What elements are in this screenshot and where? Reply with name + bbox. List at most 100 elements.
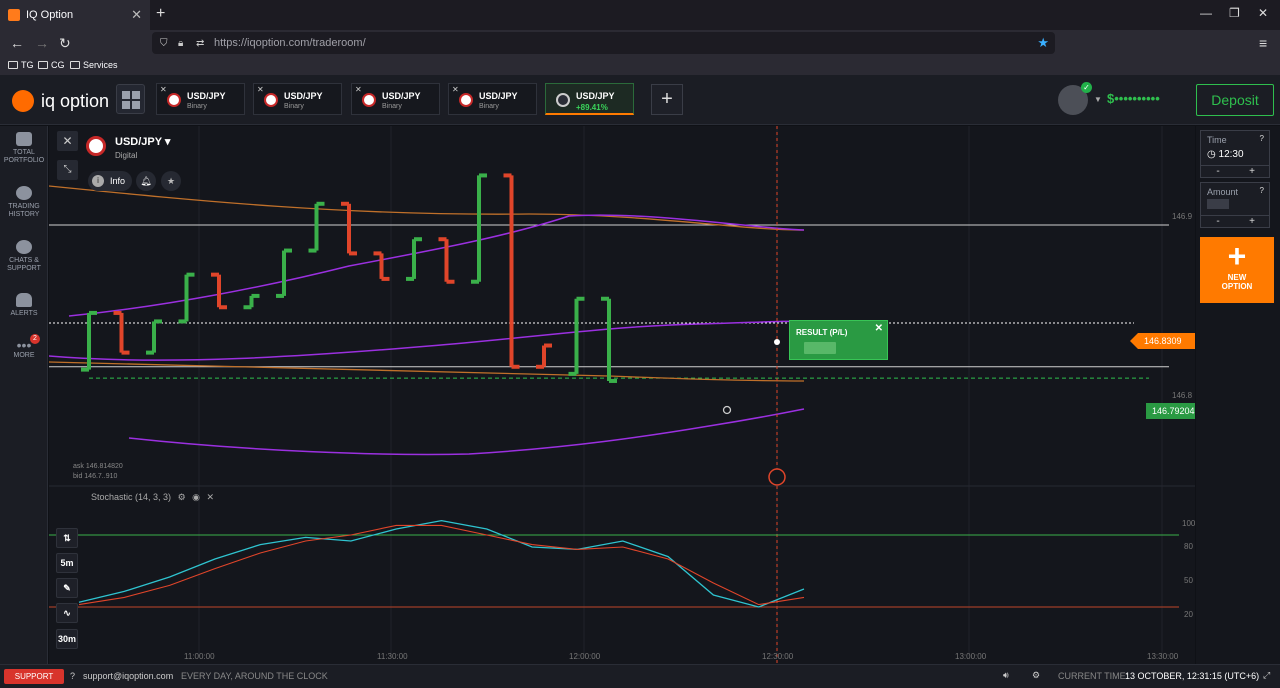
asset-tab-active[interactable]: USD/JPY +89.41% (545, 83, 634, 115)
reload-icon[interactable]: ↻ (59, 35, 71, 52)
usd-jpy-flag-icon (362, 93, 376, 107)
close-tab-icon[interactable]: ✕ (257, 85, 264, 94)
time-plus-button[interactable]: + (1235, 166, 1269, 177)
eye-icon[interactable]: ◉ (192, 492, 200, 502)
entry-point-marker (722, 405, 732, 415)
asset-tab-3[interactable]: ✕ USD/JPY Binary (351, 83, 440, 115)
tab-title: IQ Option (26, 9, 74, 21)
sound-icon[interactable]: 🔊︎ (1003, 670, 1009, 681)
close-tab-icon[interactable]: ✕ (452, 85, 459, 94)
folder-icon (38, 61, 48, 69)
new-tab-button[interactable]: + (156, 5, 165, 23)
info-button[interactable]: i Info (88, 171, 132, 191)
moving-average-line (48, 185, 805, 231)
folder-icon (8, 61, 18, 69)
lock-icon: 🔒︎ (178, 37, 184, 49)
shield-icon: ⛉ (160, 37, 168, 49)
browser-tab[interactable]: IQ Option ✕ (0, 0, 150, 30)
add-asset-button[interactable]: + (651, 84, 683, 115)
price-tag-arrow (1130, 333, 1138, 349)
folder-icon (70, 61, 80, 69)
time-minus-button[interactable]: - (1201, 166, 1235, 177)
result-value-masked (804, 342, 836, 354)
close-icon[interactable]: ✕ (207, 492, 215, 502)
help-icon[interactable]: ? (1260, 134, 1264, 143)
amount-plus-button[interactable]: + (1235, 216, 1269, 227)
alert-bell-button[interactable]: 🔔︎ (136, 171, 156, 191)
url-path: /traderoom/ (309, 37, 366, 49)
bookmark-services[interactable]: Services (70, 60, 118, 70)
asset-tab-4[interactable]: ✕ USD/JPY Binary (448, 83, 537, 115)
help-icon[interactable]: ? (1260, 186, 1264, 195)
sidebar-item-alerts[interactable]: ALERTS (0, 293, 48, 318)
favorite-star-button[interactable]: ★ (161, 171, 181, 191)
url-bar[interactable]: ⛉ 🔒︎ ⇄ https://iqoption.com/traderoom/ ★ (152, 32, 1055, 54)
asset-grid-button[interactable] (116, 84, 145, 114)
minimize-icon[interactable]: — (1200, 6, 1212, 20)
bookmark-cg[interactable]: CG (38, 60, 65, 70)
close-result-icon[interactable]: ✕ (875, 323, 883, 334)
sidebar-item-more[interactable]: ••• 2 MORE (0, 334, 48, 360)
amount-minus-button[interactable]: - (1201, 216, 1235, 227)
star-icon: ★ (166, 175, 176, 186)
current-time-label: CURRENT TIME: (1058, 671, 1129, 681)
close-tab-icon[interactable]: ✕ (131, 7, 142, 23)
close-tab-icon[interactable]: ✕ (160, 85, 167, 94)
flag-icon (556, 93, 570, 107)
gear-icon[interactable]: ⚙ (1032, 670, 1040, 681)
indicators-icon[interactable]: ⇅ (56, 528, 78, 548)
price-chart[interactable] (48, 126, 1195, 664)
amount-value-masked[interactable] (1207, 199, 1229, 209)
chevron-down-icon[interactable]: ▼ (1094, 95, 1102, 104)
bookmark-tg[interactable]: TG (8, 60, 34, 70)
time-selector[interactable]: Time ? ◷ 12:30 - + (1200, 130, 1270, 178)
logo-icon (12, 90, 34, 112)
stochastic-d-line (78, 524, 805, 606)
symbol-name[interactable]: USD/JPY ▾ (115, 135, 170, 148)
new-option-button[interactable]: + NEW OPTION (1200, 237, 1274, 303)
support-hours: EVERY DAY, AROUND THE CLOCK (181, 671, 328, 681)
history-icon (16, 186, 32, 200)
menu-icon[interactable]: ≡ (1259, 35, 1267, 51)
maximize-icon[interactable]: ❐ (1229, 6, 1240, 20)
forward-icon[interactable]: → (35, 35, 49, 51)
pencil-icon[interactable]: ✎ (56, 578, 78, 598)
stoch-level-label: 80 (1184, 542, 1193, 551)
balance[interactable]: $•••••••••• (1107, 91, 1160, 106)
timeframe-5m-button[interactable]: 5m (56, 553, 78, 573)
support-email[interactable]: support@iqoption.com (83, 671, 173, 681)
close-window-icon[interactable]: ✕ (1258, 6, 1268, 20)
iqoption-logo[interactable]: iq option (12, 90, 109, 112)
amount-selector[interactable]: Amount ? - + (1200, 182, 1270, 228)
browser-tab-bar: IQ Option ✕ + — ❐ ✕ (0, 0, 1280, 30)
avatar[interactable]: ✓ (1058, 82, 1092, 115)
asset-tab-1[interactable]: ✕ USD/JPY Binary (156, 83, 245, 115)
strike-price-tag: 146.79204 (1146, 403, 1195, 419)
stoch-level-label: 50 (1184, 576, 1193, 585)
deposit-button[interactable]: Deposit (1196, 84, 1274, 116)
bookmark-star-icon[interactable]: ★ (1037, 35, 1049, 51)
timeframe-30m-button[interactable]: 30m (56, 629, 78, 649)
sidebar-item-history[interactable]: TRADING HISTORY (0, 186, 48, 219)
chart-type-icon[interactable]: ∿ (56, 603, 78, 623)
sidebar-item-portfolio[interactable]: TOTAL PORTFOLIO (0, 132, 48, 165)
close-chart-button[interactable]: ✕ (57, 131, 78, 151)
briefcase-icon (16, 132, 32, 146)
back-icon[interactable]: ← (10, 35, 24, 51)
result-pl-box[interactable]: RESULT (P/L) ✕ (789, 320, 888, 360)
verified-icon: ✓ (1081, 82, 1092, 93)
sidebar-item-chats[interactable]: CHATS & SUPPORT (0, 240, 48, 273)
time-value[interactable]: ◷ 12:30 (1207, 149, 1244, 160)
chart-canvas[interactable] (48, 126, 1195, 664)
collapse-icon[interactable]: ⤡ (57, 160, 78, 180)
gear-icon[interactable]: ⚙ (178, 492, 186, 502)
price-level-label: 146.9 (1172, 212, 1193, 221)
expiry-flag-icon (768, 468, 786, 486)
current-time-value: 13 OCTOBER, 12:31:15 (UTC+6) (1125, 671, 1260, 681)
usd-jpy-flag-icon (264, 93, 278, 107)
bell-icon (16, 293, 32, 307)
fullscreen-icon[interactable]: ⤢ (1263, 670, 1270, 681)
support-button[interactable]: SUPPORT (4, 669, 64, 684)
asset-tab-2[interactable]: ✕ USD/JPY Binary (253, 83, 342, 115)
close-tab-icon[interactable]: ✕ (355, 85, 362, 94)
